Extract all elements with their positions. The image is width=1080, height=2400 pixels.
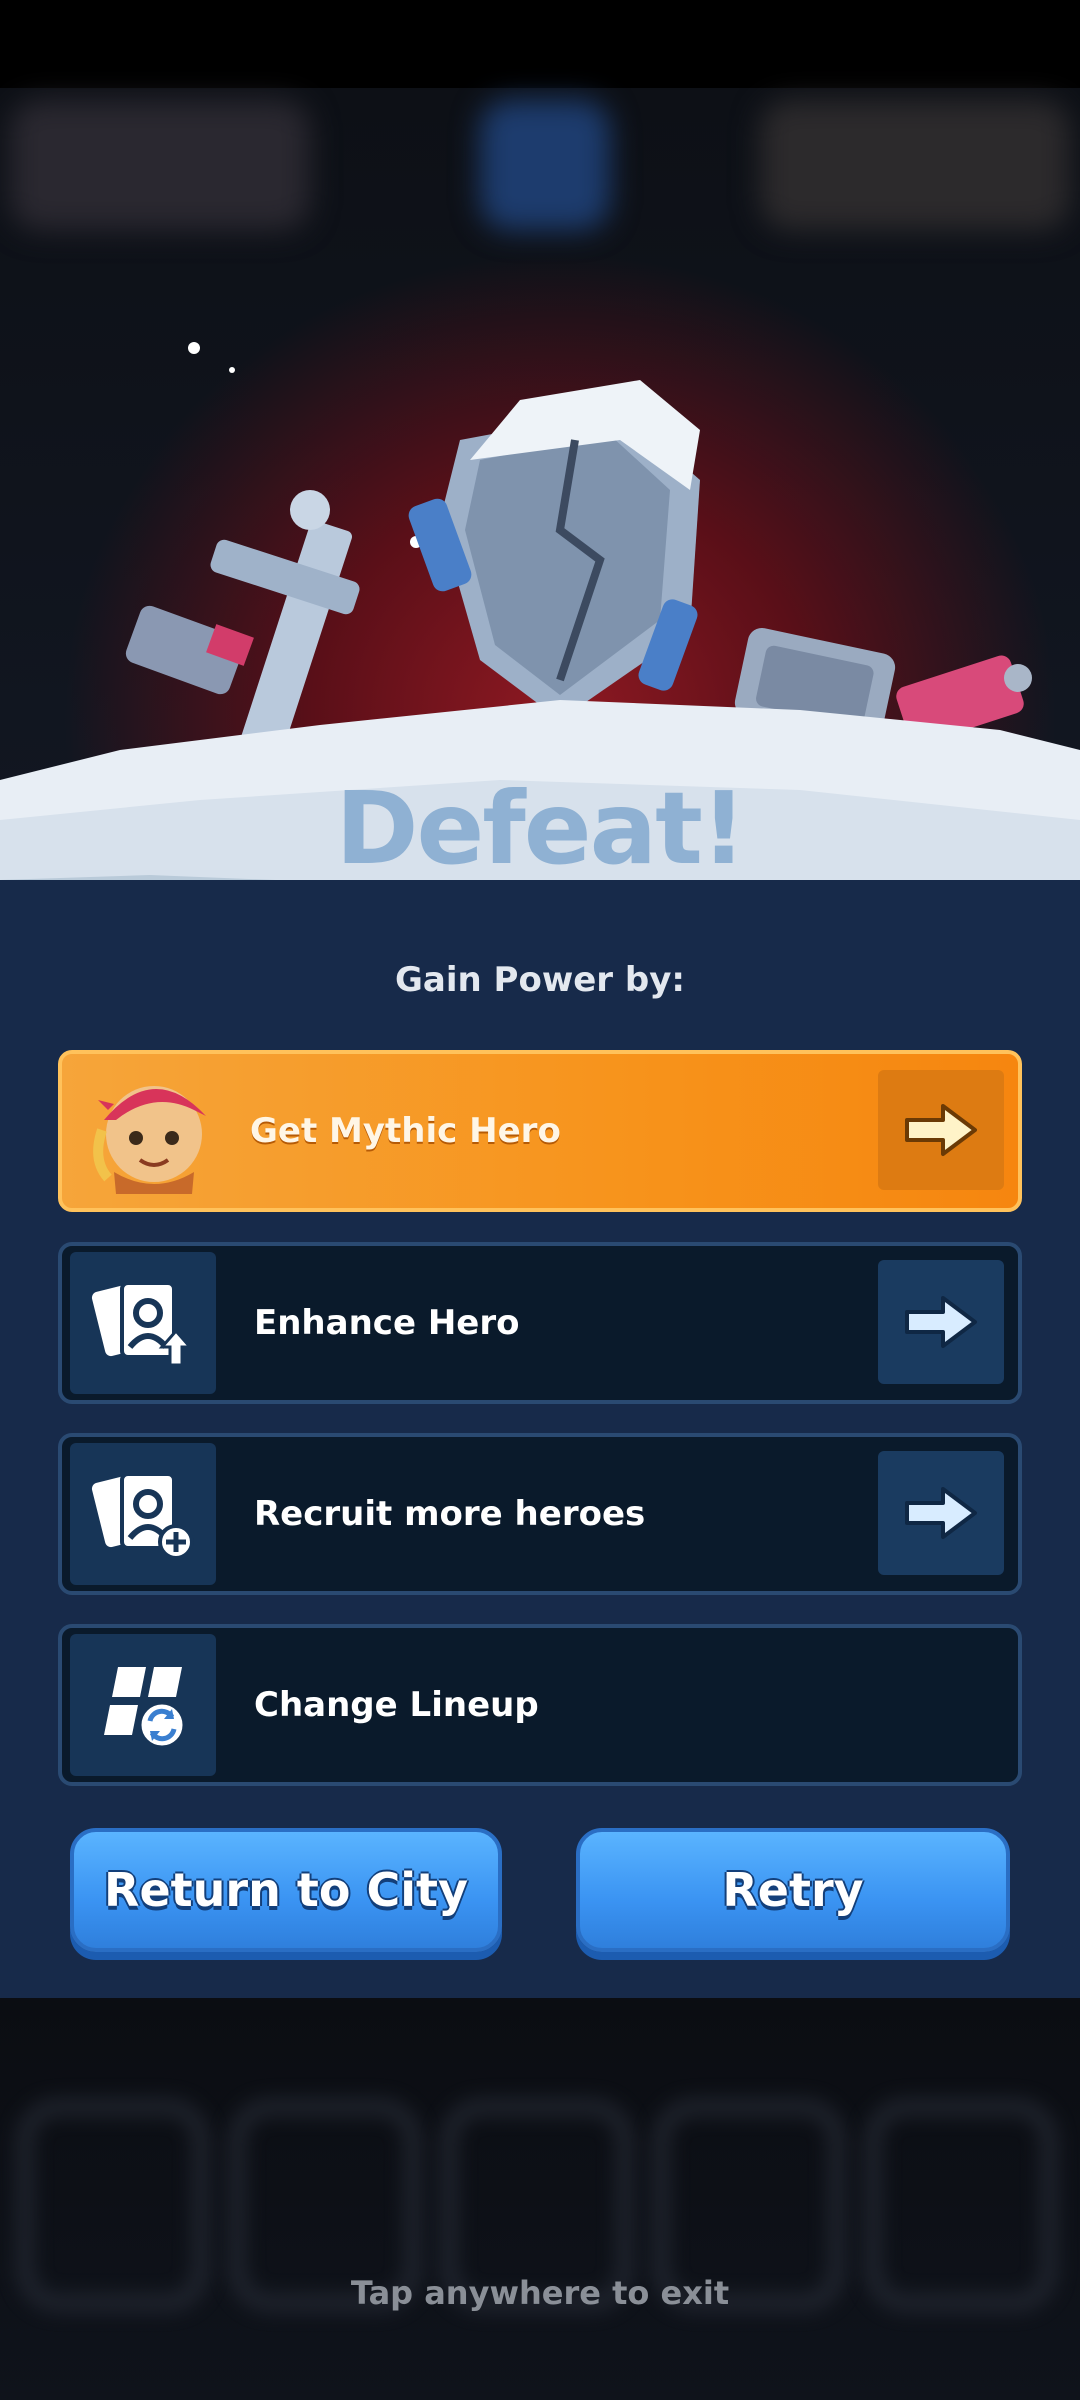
arrow-right-icon [905, 1104, 977, 1156]
change-lineup-option[interactable]: Change Lineup [58, 1624, 1022, 1786]
blurred-enemy-hud [760, 100, 1070, 230]
blurred-player-hud [10, 100, 310, 230]
mythic-hero-portrait-icon [84, 1060, 224, 1200]
get-mythic-hero-option[interactable]: Get Mythic Hero [58, 1050, 1022, 1212]
tap-to-exit-hint[interactable]: Tap anywhere to exit [0, 2274, 1080, 2312]
enhance-hero-label: Enhance Hero [254, 1303, 520, 1343]
lineup-swap-icon [70, 1634, 216, 1776]
retry-button[interactable]: Retry [576, 1828, 1010, 1952]
enhance-hero-option[interactable]: Enhance Hero [58, 1242, 1022, 1404]
cards-add-icon [70, 1443, 216, 1585]
gain-power-subtitle: Gain Power by: [395, 960, 685, 1000]
arrow-right-icon [905, 1296, 977, 1348]
recruit-more-heroes-arrow-button[interactable] [878, 1451, 1004, 1575]
get-mythic-hero-arrow-button[interactable] [878, 1070, 1004, 1190]
broken-shield-icon [408, 380, 700, 720]
recruit-more-heroes-option[interactable]: Recruit more heroes [58, 1433, 1022, 1595]
enhance-hero-arrow-button[interactable] [878, 1260, 1004, 1384]
get-mythic-hero-label: Get Mythic Hero [250, 1111, 561, 1151]
change-lineup-label: Change Lineup [254, 1685, 539, 1725]
arrow-right-icon [905, 1487, 977, 1539]
return-to-city-button[interactable]: Return to City [70, 1828, 502, 1952]
cards-upgrade-icon [70, 1252, 216, 1394]
recruit-more-heroes-label: Recruit more heroes [254, 1494, 646, 1534]
defeat-title: Defeat! [335, 770, 746, 887]
status-bar [0, 0, 1080, 88]
blurred-vs-badge [480, 100, 610, 230]
